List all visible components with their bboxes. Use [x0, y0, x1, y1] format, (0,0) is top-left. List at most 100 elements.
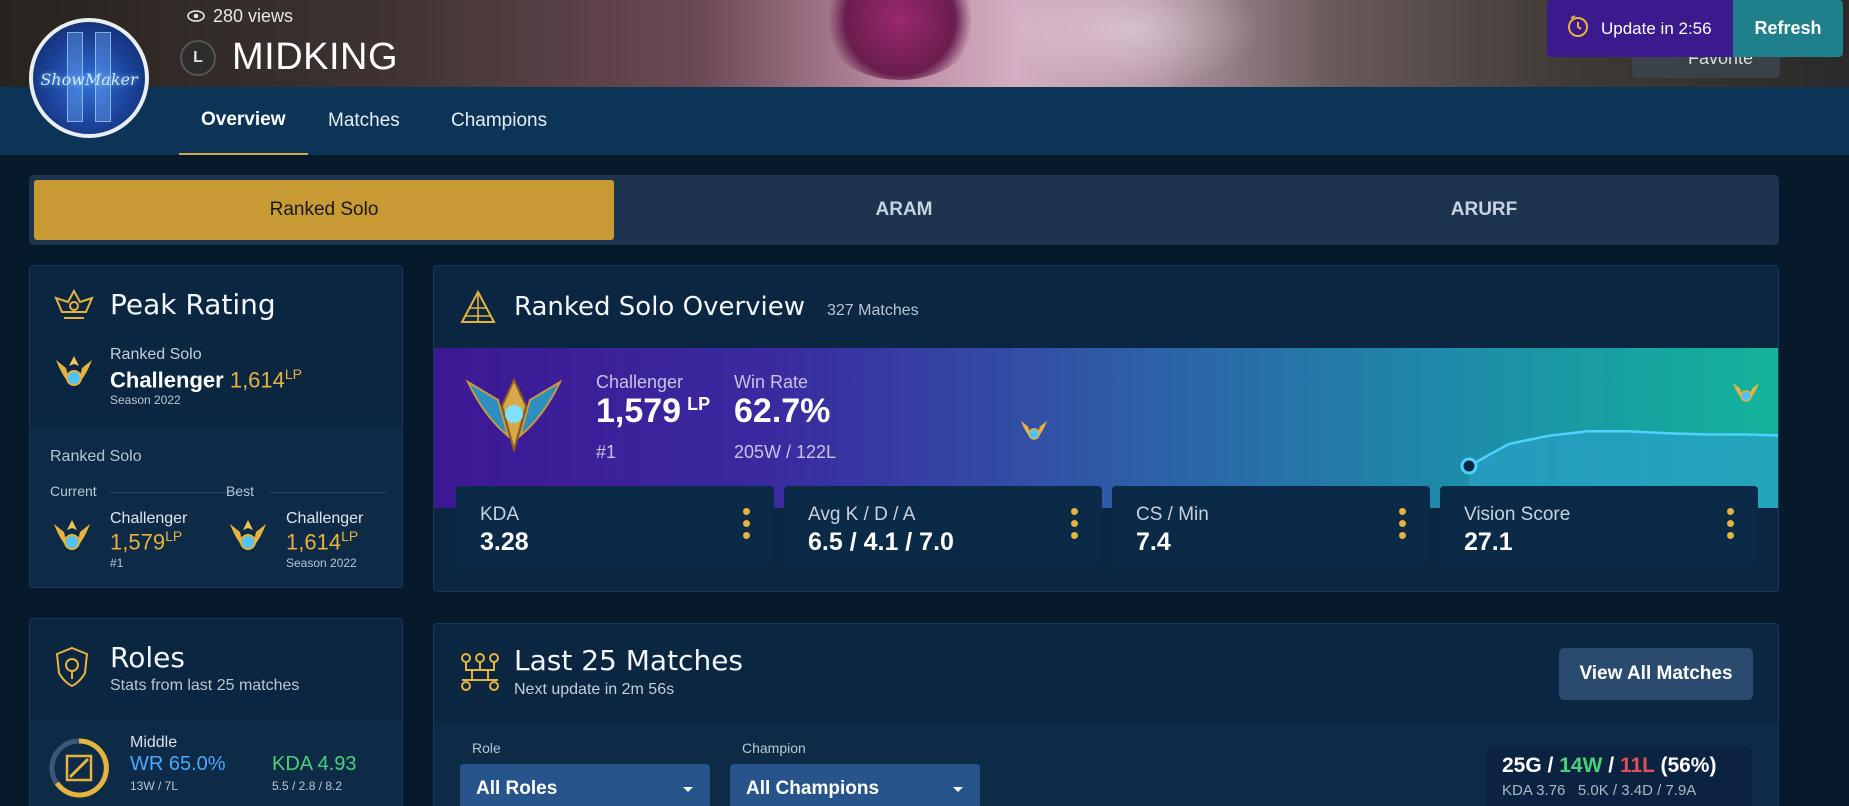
stat-label: Vision Score — [1464, 504, 1571, 525]
ranked-solo-history: Ranked Solo Current Best Challenger 1,57… — [30, 426, 402, 587]
divider — [270, 492, 386, 493]
overview-lp-line: 1,579 LP — [596, 392, 710, 431]
role-filter-select[interactable]: All Roles — [460, 764, 710, 806]
summary-wins: 14W — [1559, 754, 1603, 777]
role-kda: KDA 4.93 — [272, 753, 357, 775]
update-timer: Update in 2:56 — [1547, 0, 1733, 57]
current-lp-unit: LP — [165, 528, 183, 544]
current-lp-line: 1,579LP — [110, 528, 182, 555]
peak-lp-unit: LP — [284, 366, 303, 382]
overview-hero: Challenger 1,579 LP #1 Win Rate 62.7% 205… — [434, 348, 1778, 508]
league-logo-icon: L — [180, 39, 216, 76]
peak-season: Season 2022 — [110, 393, 181, 407]
summoner-name: MIDKING — [232, 36, 399, 78]
stat-cs-min: CS / Min 7.4 — [1112, 486, 1430, 566]
refresh-button[interactable]: Refresh — [1733, 0, 1843, 57]
update-timer-label: Update in 2:56 — [1601, 18, 1712, 38]
challenger-emblem-icon — [1018, 416, 1050, 451]
roles-subtitle: Stats from last 25 matches — [110, 677, 300, 694]
stat-value: 7.4 — [1136, 528, 1171, 556]
peak-rank-line: Challenger 1,614LP — [110, 366, 302, 393]
summoner-name-row: L MIDKING — [180, 36, 398, 79]
tab-overview[interactable]: Overview — [179, 87, 308, 155]
peak-queue-label: Ranked Solo — [110, 346, 202, 363]
challenger-emblem-icon — [50, 518, 94, 563]
stat-vision-score: Vision Score 27.1 — [1440, 486, 1758, 566]
overview-match-count: 327 Matches — [827, 302, 919, 319]
divider — [110, 492, 236, 493]
more-options-icon[interactable] — [1398, 508, 1406, 539]
eye-icon — [187, 6, 205, 27]
best-tier: Challenger — [286, 510, 364, 527]
update-control: Update in 2:56 Refresh — [1547, 0, 1843, 57]
role-winrate: WR 65.0% — [130, 753, 226, 775]
queue-tab-ranked-solo[interactable]: Ranked Solo — [34, 180, 614, 240]
peak-crown-icon — [52, 288, 96, 333]
challenger-emblem-icon — [1730, 378, 1762, 413]
peak-lp: 1,614 — [229, 367, 285, 393]
tab-champions[interactable]: Champions — [429, 87, 569, 155]
shield-icon — [52, 645, 92, 694]
ranked-solo-overview-card: Ranked Solo Overview 327 Matches Challen… — [433, 265, 1779, 592]
summary-kda-detail: 5.0K / 3.4D / 7.9A — [1577, 782, 1697, 799]
overview-lp: 1,579 — [596, 392, 682, 430]
summary-sep: / — [1547, 754, 1554, 777]
summary-record: 25G / 14W / 11L (56%) — [1502, 754, 1736, 778]
summary-kda-line: KDA 3.76 5.0K / 3.4D / 7.9A — [1502, 782, 1736, 799]
chevron-down-icon — [952, 778, 964, 800]
more-options-icon[interactable] — [742, 508, 750, 539]
overview-tier: Challenger — [596, 372, 684, 392]
best-season: Season 2022 — [286, 556, 357, 570]
summary-losses: 11L — [1619, 754, 1655, 777]
overview-lp-unit: LP — [687, 393, 711, 414]
best-label: Best — [226, 483, 255, 499]
winrate-label: Win Rate — [734, 372, 809, 392]
overview-title: Ranked Solo Overview — [514, 292, 806, 322]
view-all-matches-button[interactable]: View All Matches — [1559, 648, 1753, 700]
winrate-value: 62.7% — [734, 392, 831, 430]
champion-filter-label: Champion — [742, 740, 806, 756]
champion-filter-select[interactable]: All Champions — [730, 764, 980, 806]
stat-label: KDA — [480, 504, 520, 525]
peak-rating-header: Peak Rating Ranked Solo Challenger 1,614… — [30, 266, 402, 426]
view-count-text: 280 views — [213, 6, 294, 26]
best-lp-unit: LP — [341, 528, 359, 544]
last25-title: Last 25 Matches — [514, 644, 744, 677]
role-row[interactable]: Middle WR 65.0% 13W / 7L KDA 4.93 5.5 / … — [30, 719, 402, 806]
last25-summary: 25G / 14W / 11L (56%) KDA 3.76 5.0K / 3.… — [1486, 748, 1752, 806]
chevron-down-icon — [682, 778, 694, 800]
summary-games: 25G — [1502, 754, 1542, 777]
champion-filter-value: All Champions — [746, 778, 880, 799]
bracket-icon — [458, 650, 502, 697]
summary-pct: (56%) — [1660, 754, 1717, 777]
history-queue-label: Ranked Solo — [50, 448, 142, 465]
queue-tab-aram[interactable]: ARAM — [614, 180, 1194, 240]
best-lp-line: 1,614LP — [286, 528, 358, 555]
roles-title: Roles — [110, 641, 185, 674]
summary-kda: KDA 3.76 — [1502, 782, 1566, 799]
peak-rating-card: Peak Rating Ranked Solo Challenger 1,614… — [29, 265, 403, 588]
stat-value: 3.28 — [480, 528, 529, 556]
overview-rank: #1 — [596, 442, 617, 462]
challenger-emblem-icon — [52, 354, 96, 399]
more-options-icon[interactable] — [1726, 508, 1734, 539]
current-rank: #1 — [110, 556, 124, 570]
tab-matches[interactable]: Matches — [306, 87, 422, 155]
view-count: 280 views — [187, 6, 293, 27]
more-options-icon[interactable] — [1070, 508, 1078, 539]
current-lp: 1,579 — [110, 529, 166, 555]
lp-trend-graph — [1460, 430, 1778, 508]
winrate-record: 205W / 122L — [734, 442, 837, 462]
pyramid-icon — [458, 288, 498, 333]
avatar-logo-text: ShowMaker — [40, 70, 138, 89]
summoner-avatar: ShowMaker — [29, 18, 149, 138]
peak-rating-title: Peak Rating — [110, 288, 276, 321]
summary-sep: / — [1608, 754, 1615, 777]
middle-role-icon — [48, 737, 110, 804]
role-record: 13W / 7L — [130, 779, 179, 793]
queue-tab-arurf[interactable]: ARURF — [1194, 180, 1774, 240]
last-25-matches-card: Last 25 Matches Next update in 2m 56s Vi… — [433, 623, 1779, 806]
roles-card: Roles Stats from last 25 matches Middle … — [29, 618, 403, 806]
lp-start-point — [1460, 457, 1478, 475]
timer-icon — [1565, 13, 1591, 44]
